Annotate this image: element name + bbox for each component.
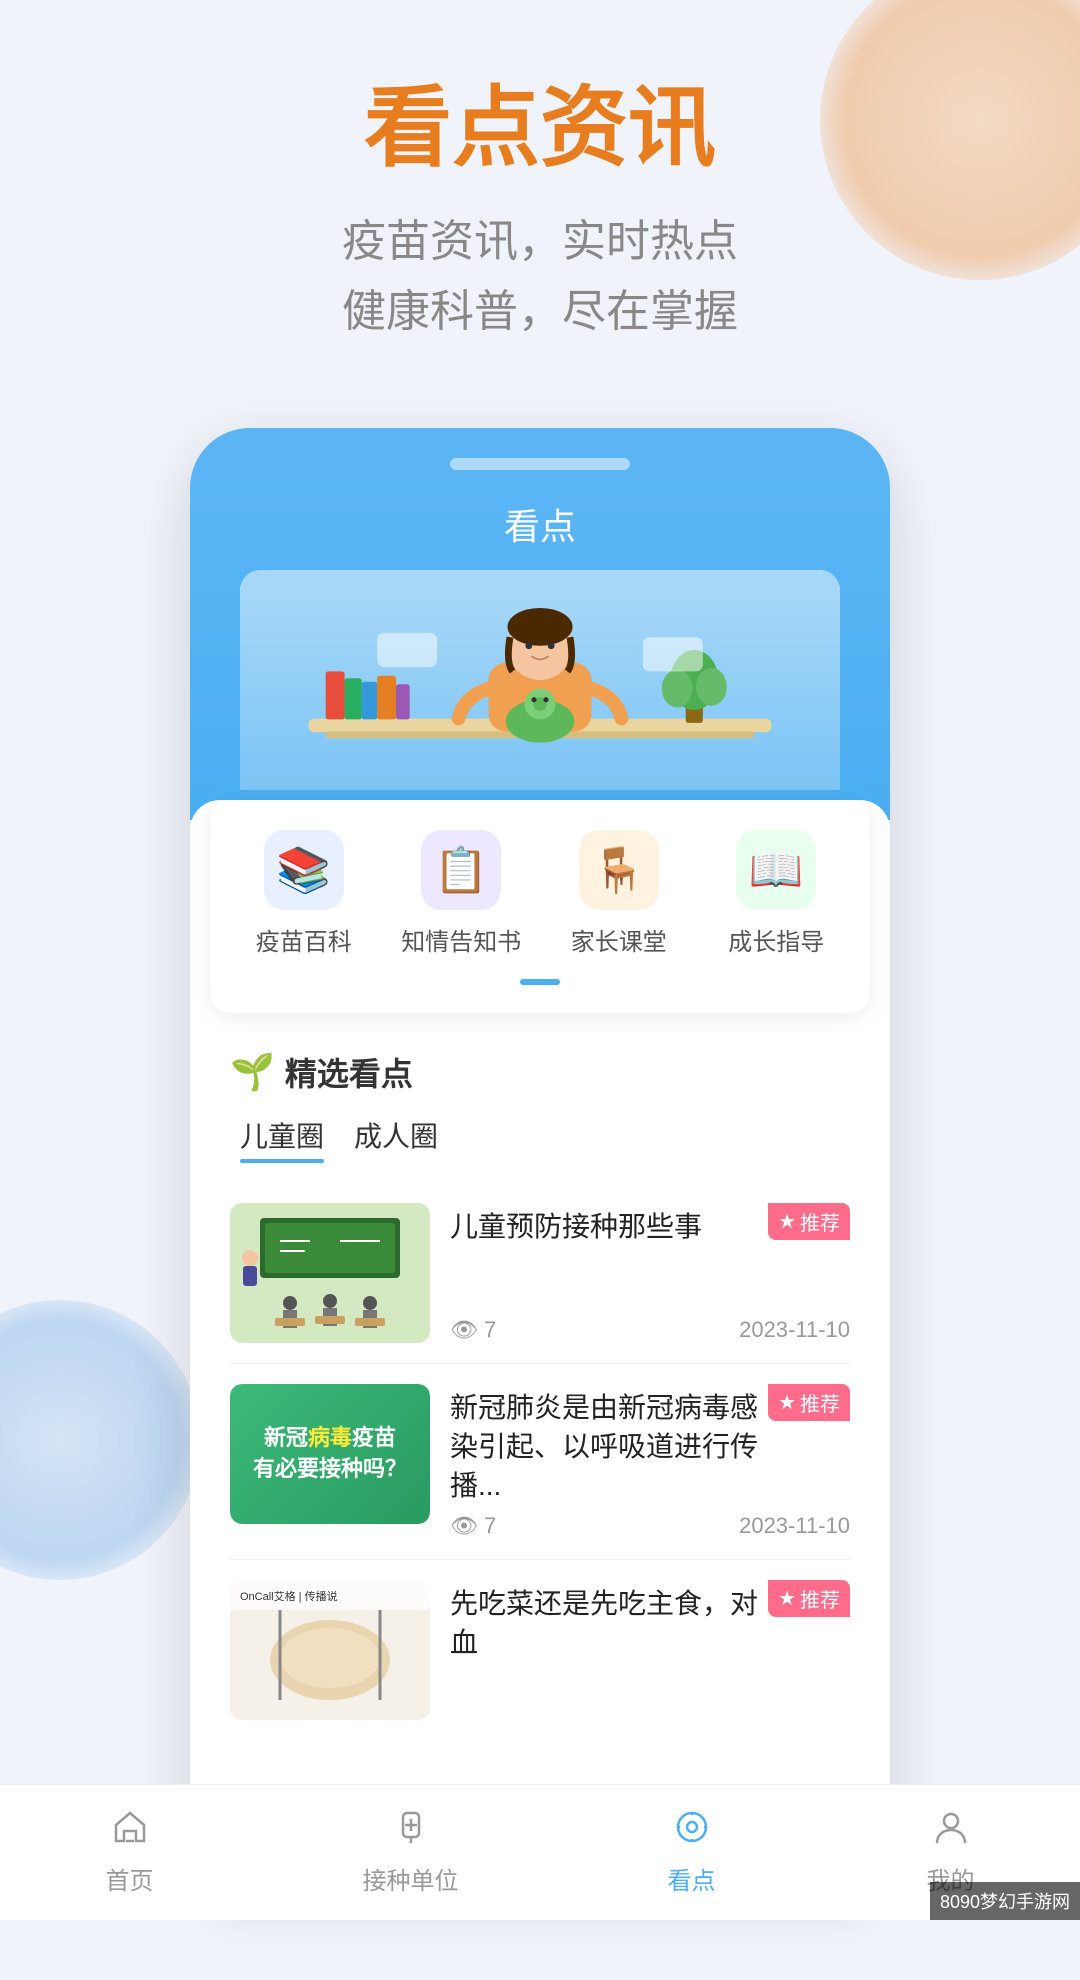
page-title: 看点资讯 (40, 80, 1040, 177)
food-thumb: OnCall艾格 | 传播说 (230, 1580, 430, 1720)
growth-guide-icon: 📖 (736, 830, 816, 910)
illustration-area (240, 570, 840, 790)
news-thumb-2: 新冠病毒疫苗有必要接种吗？ (230, 1384, 430, 1524)
active-dot (520, 979, 560, 985)
parent-class-icon: 🪑 (579, 830, 659, 910)
news-body-1: ★ 推荐 儿童预防接种那些事 👁 7 2023-11-10 (450, 1203, 850, 1343)
news-icon (666, 1801, 718, 1853)
notch-bar (450, 458, 630, 470)
vaccine-wiki-icon: 📚 (264, 830, 344, 910)
selected-section-icon: 🌱 (230, 1051, 275, 1093)
nav-label-vaccination-sites: 接种单位 (363, 1861, 459, 1896)
nav-item-home[interactable]: 首页 (104, 1801, 156, 1896)
news-date-2: 2023-11-10 (739, 1513, 850, 1539)
category-item-informed-consent[interactable]: 📋 知情告知书 (388, 830, 536, 957)
pagination-dots (230, 967, 850, 993)
category-item-growth-guide[interactable]: 📖 成长指导 (703, 830, 851, 957)
nav-label-home: 首页 (106, 1861, 154, 1896)
news-date-1: 2023-11-10 (739, 1317, 850, 1343)
home-icon (104, 1801, 156, 1853)
eye-icon: 👁 (450, 1317, 478, 1343)
recommend-badge-1: ★ 推荐 (768, 1203, 850, 1240)
selected-section: 🌱 精选看点 儿童圈 成人圈 (210, 1029, 870, 1761)
news-item-2[interactable]: 新冠病毒疫苗有必要接种吗？ ★ 推荐 新冠肺炎是由新冠病毒感染引起、以呼吸道进行… (230, 1364, 850, 1561)
vaccine-banner: 新冠病毒疫苗有必要接种吗？ (230, 1384, 430, 1524)
nav-label-news: 看点 (668, 1861, 716, 1896)
nav-item-news[interactable]: 看点 (666, 1801, 718, 1896)
phone-container: 看点 (0, 428, 1080, 1980)
phone-mockup: 看点 (190, 428, 890, 1881)
eye-icon-2: 👁 (450, 1513, 478, 1539)
header-section: 看点资讯 疫苗资讯，实时热点 健康科普，尽在掌握 (0, 0, 1080, 388)
selected-section-title: 精选看点 (285, 1049, 413, 1095)
subtitle: 疫苗资讯，实时热点 健康科普，尽在掌握 (40, 207, 1040, 348)
news-thumb-1 (230, 1203, 430, 1343)
category-item-parent-class[interactable]: 🪑 家长课堂 (545, 830, 693, 957)
category-grid: 📚 疫苗百科 📋 知情告知书 🪑 家长课堂 📖 成长指导 (210, 800, 870, 1013)
category-label-informed-consent: 知情告知书 (401, 922, 521, 957)
news-views-2: 👁 7 (450, 1513, 496, 1539)
phone-app-title: 看点 (220, 498, 860, 550)
news-item-1[interactable]: ★ 推荐 儿童预防接种那些事 👁 7 2023-11-10 (230, 1183, 850, 1364)
phone-content: 📚 疫苗百科 📋 知情告知书 🪑 家长课堂 📖 成长指导 (190, 800, 890, 1881)
news-item-3[interactable]: OnCall艾格 | 传播说 ★ 推荐 先吃菜还是先吃主食，对血 (230, 1560, 850, 1740)
category-label-vaccine-wiki: 疫苗百科 (256, 922, 352, 957)
news-meta-2: 👁 7 2023-11-10 (450, 1513, 850, 1539)
news-body-3: ★ 推荐 先吃菜还是先吃主食，对血 (450, 1580, 850, 1720)
food-svg: OnCall艾格 | 传播说 (230, 1580, 430, 1720)
selected-header: 🌱 精选看点 (230, 1049, 850, 1095)
news-thumb-3: OnCall艾格 | 传播说 (230, 1580, 430, 1720)
phone-header: 看点 (190, 478, 890, 820)
vaccine-banner-text: 新冠病毒疫苗有必要接种吗？ (253, 1423, 407, 1485)
category-item-vaccine-wiki[interactable]: 📚 疫苗百科 (230, 830, 378, 957)
tab-adults[interactable]: 成人圈 (354, 1115, 438, 1163)
news-body-2: ★ 推荐 新冠肺炎是由新冠病毒感染引起、以呼吸道进行传播... 👁 7 2023… (450, 1384, 850, 1540)
classroom-svg (230, 1203, 430, 1343)
illustration-svg (240, 570, 840, 790)
nav-item-vaccination-sites[interactable]: 接种单位 (363, 1801, 459, 1896)
news-views-1: 👁 7 (450, 1317, 496, 1343)
phone-notch (190, 428, 890, 478)
watermark: 8090梦幻手游网 (930, 1882, 1080, 1920)
informed-consent-icon: 📋 (421, 830, 501, 910)
category-label-parent-class: 家长课堂 (571, 922, 667, 957)
recommend-badge-2: ★ 推荐 (768, 1384, 850, 1421)
tabs-bar: 儿童圈 成人圈 (230, 1115, 850, 1163)
bottom-navigation: 首页 接种单位 看点 (0, 1784, 1080, 1920)
svg-text:OnCall艾格 | 传播说: OnCall艾格 | 传播说 (240, 1589, 338, 1603)
mine-icon (925, 1801, 977, 1853)
category-label-growth-guide: 成长指导 (728, 922, 824, 957)
vaccination-sites-icon (385, 1801, 437, 1853)
recommend-badge-3: ★ 推荐 (768, 1580, 850, 1617)
news-meta-1: 👁 7 2023-11-10 (450, 1317, 850, 1343)
tab-children[interactable]: 儿童圈 (240, 1115, 324, 1163)
